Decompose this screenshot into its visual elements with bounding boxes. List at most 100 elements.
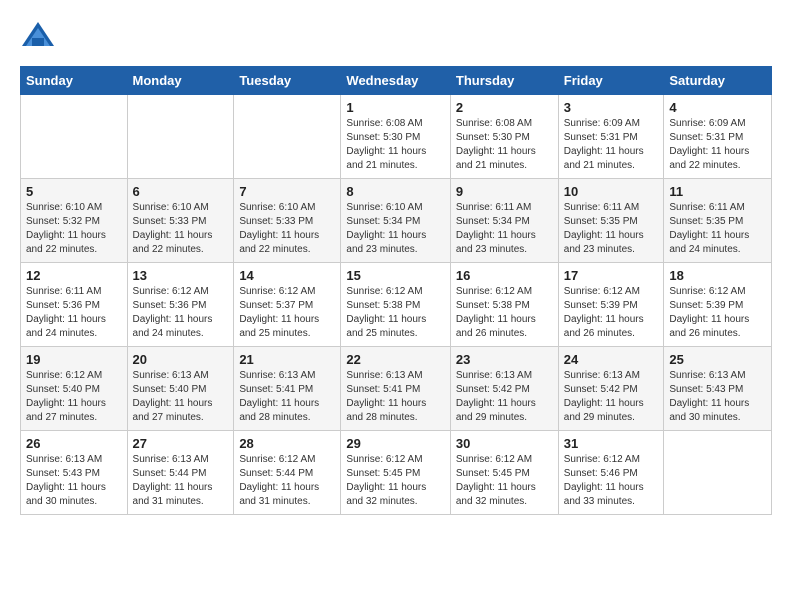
day-detail: Sunrise: 6:11 AM Sunset: 5:35 PM Dayligh…	[669, 201, 766, 257]
day-number: 22	[346, 352, 444, 367]
day-number: 29	[346, 436, 444, 451]
calendar-day-cell: 16 Sunrise: 6:12 AM Sunset: 5:38 PM Dayli…	[450, 263, 558, 347]
day-number: 25	[669, 352, 766, 367]
calendar-day-cell: 7 Sunrise: 6:10 AM Sunset: 5:33 PM Daylig…	[234, 179, 341, 263]
day-detail: Sunrise: 6:13 AM Sunset: 5:43 PM Dayligh…	[669, 369, 766, 425]
calendar-day-cell: 8 Sunrise: 6:10 AM Sunset: 5:34 PM Daylig…	[341, 179, 450, 263]
calendar-week-row: 12Sunrise: 6:11 AM Sunset: 5:36 PM Dayli…	[21, 263, 772, 347]
day-number: 19	[26, 352, 122, 367]
day-number: 9	[456, 184, 553, 199]
calendar-day-cell: 29 Sunrise: 6:12 AM Sunset: 5:45 PM Dayli…	[341, 431, 450, 515]
calendar-day-cell: 21 Sunrise: 6:13 AM Sunset: 5:41 PM Dayli…	[234, 347, 341, 431]
day-number: 26	[26, 436, 122, 451]
calendar-day-cell: 4 Sunrise: 6:09 AM Sunset: 5:31 PM Daylig…	[664, 95, 772, 179]
day-header-saturday: Saturday	[664, 67, 772, 95]
calendar-day-cell: 12Sunrise: 6:11 AM Sunset: 5:36 PM Dayli…	[21, 263, 128, 347]
day-number: 11	[669, 184, 766, 199]
calendar-day-cell	[127, 95, 234, 179]
day-number: 21	[239, 352, 335, 367]
day-detail: Sunrise: 6:09 AM Sunset: 5:31 PM Dayligh…	[564, 117, 659, 173]
day-header-thursday: Thursday	[450, 67, 558, 95]
day-detail: Sunrise: 6:12 AM Sunset: 5:45 PM Dayligh…	[346, 453, 444, 509]
day-detail: Sunrise: 6:10 AM Sunset: 5:33 PM Dayligh…	[239, 201, 335, 257]
calendar-day-cell: 2 Sunrise: 6:08 AM Sunset: 5:30 PM Daylig…	[450, 95, 558, 179]
day-detail: Sunrise: 6:12 AM Sunset: 5:39 PM Dayligh…	[669, 285, 766, 341]
day-number: 15	[346, 268, 444, 283]
day-detail: Sunrise: 6:08 AM Sunset: 5:30 PM Dayligh…	[346, 117, 444, 173]
day-detail: Sunrise: 6:12 AM Sunset: 5:38 PM Dayligh…	[346, 285, 444, 341]
day-header-friday: Friday	[558, 67, 664, 95]
day-number: 28	[239, 436, 335, 451]
day-detail: Sunrise: 6:10 AM Sunset: 5:33 PM Dayligh…	[133, 201, 229, 257]
day-number: 18	[669, 268, 766, 283]
calendar-day-cell: 20 Sunrise: 6:13 AM Sunset: 5:40 PM Dayli…	[127, 347, 234, 431]
day-detail: Sunrise: 6:10 AM Sunset: 5:32 PM Dayligh…	[26, 201, 122, 257]
calendar-day-cell: 11 Sunrise: 6:11 AM Sunset: 5:35 PM Dayli…	[664, 179, 772, 263]
day-detail: Sunrise: 6:13 AM Sunset: 5:41 PM Dayligh…	[346, 369, 444, 425]
calendar-week-row: 5 Sunrise: 6:10 AM Sunset: 5:32 PM Daylig…	[21, 179, 772, 263]
calendar-day-cell	[234, 95, 341, 179]
day-number: 10	[564, 184, 659, 199]
day-detail: Sunrise: 6:10 AM Sunset: 5:34 PM Dayligh…	[346, 201, 444, 257]
calendar-day-cell: 9Sunrise: 6:11 AM Sunset: 5:34 PM Daylig…	[450, 179, 558, 263]
calendar-day-cell: 28 Sunrise: 6:12 AM Sunset: 5:44 PM Dayli…	[234, 431, 341, 515]
day-detail: Sunrise: 6:13 AM Sunset: 5:41 PM Dayligh…	[239, 369, 335, 425]
day-number: 20	[133, 352, 229, 367]
calendar-day-cell: 19 Sunrise: 6:12 AM Sunset: 5:40 PM Dayli…	[21, 347, 128, 431]
day-number: 3	[564, 100, 659, 115]
day-detail: Sunrise: 6:12 AM Sunset: 5:45 PM Dayligh…	[456, 453, 553, 509]
day-number: 7	[239, 184, 335, 199]
day-header-wednesday: Wednesday	[341, 67, 450, 95]
day-detail: Sunrise: 6:12 AM Sunset: 5:38 PM Dayligh…	[456, 285, 553, 341]
logo	[20, 18, 60, 54]
day-number: 2	[456, 100, 553, 115]
day-detail: Sunrise: 6:11 AM Sunset: 5:35 PM Dayligh…	[564, 201, 659, 257]
calendar-day-cell: 30 Sunrise: 6:12 AM Sunset: 5:45 PM Dayli…	[450, 431, 558, 515]
day-number: 1	[346, 100, 444, 115]
calendar-day-cell: 17 Sunrise: 6:12 AM Sunset: 5:39 PM Dayli…	[558, 263, 664, 347]
calendar-day-cell: 18 Sunrise: 6:12 AM Sunset: 5:39 PM Dayli…	[664, 263, 772, 347]
calendar-day-cell: 26Sunrise: 6:13 AM Sunset: 5:43 PM Dayli…	[21, 431, 128, 515]
day-detail: Sunrise: 6:13 AM Sunset: 5:42 PM Dayligh…	[456, 369, 553, 425]
page: SundayMondayTuesdayWednesdayThursdayFrid…	[0, 0, 792, 612]
day-number: 5	[26, 184, 122, 199]
calendar-day-cell: 10 Sunrise: 6:11 AM Sunset: 5:35 PM Dayli…	[558, 179, 664, 263]
day-number: 12	[26, 268, 122, 283]
day-detail: Sunrise: 6:13 AM Sunset: 5:40 PM Dayligh…	[133, 369, 229, 425]
day-detail: Sunrise: 6:12 AM Sunset: 5:37 PM Dayligh…	[239, 285, 335, 341]
day-detail: Sunrise: 6:12 AM Sunset: 5:44 PM Dayligh…	[239, 453, 335, 509]
day-number: 16	[456, 268, 553, 283]
calendar-header-row: SundayMondayTuesdayWednesdayThursdayFrid…	[21, 67, 772, 95]
calendar-day-cell: 27Sunrise: 6:13 AM Sunset: 5:44 PM Dayli…	[127, 431, 234, 515]
calendar-day-cell: 23 Sunrise: 6:13 AM Sunset: 5:42 PM Dayli…	[450, 347, 558, 431]
day-detail: Sunrise: 6:12 AM Sunset: 5:46 PM Dayligh…	[564, 453, 659, 509]
calendar-day-cell	[21, 95, 128, 179]
calendar-day-cell: 1 Sunrise: 6:08 AM Sunset: 5:30 PM Daylig…	[341, 95, 450, 179]
calendar-day-cell: 13Sunrise: 6:12 AM Sunset: 5:36 PM Dayli…	[127, 263, 234, 347]
day-number: 6	[133, 184, 229, 199]
day-number: 17	[564, 268, 659, 283]
day-number: 30	[456, 436, 553, 451]
day-header-monday: Monday	[127, 67, 234, 95]
calendar-day-cell: 31 Sunrise: 6:12 AM Sunset: 5:46 PM Dayli…	[558, 431, 664, 515]
day-detail: Sunrise: 6:12 AM Sunset: 5:39 PM Dayligh…	[564, 285, 659, 341]
calendar-week-row: 19 Sunrise: 6:12 AM Sunset: 5:40 PM Dayli…	[21, 347, 772, 431]
day-number: 27	[133, 436, 229, 451]
day-number: 13	[133, 268, 229, 283]
header	[20, 18, 772, 54]
day-number: 4	[669, 100, 766, 115]
day-detail: Sunrise: 6:08 AM Sunset: 5:30 PM Dayligh…	[456, 117, 553, 173]
calendar-day-cell: 5 Sunrise: 6:10 AM Sunset: 5:32 PM Daylig…	[21, 179, 128, 263]
calendar-day-cell: 22 Sunrise: 6:13 AM Sunset: 5:41 PM Dayli…	[341, 347, 450, 431]
calendar-day-cell: 24Sunrise: 6:13 AM Sunset: 5:42 PM Dayli…	[558, 347, 664, 431]
day-detail: Sunrise: 6:09 AM Sunset: 5:31 PM Dayligh…	[669, 117, 766, 173]
day-detail: Sunrise: 6:12 AM Sunset: 5:40 PM Dayligh…	[26, 369, 122, 425]
calendar-day-cell	[664, 431, 772, 515]
calendar-table: SundayMondayTuesdayWednesdayThursdayFrid…	[20, 66, 772, 515]
calendar-day-cell: 3 Sunrise: 6:09 AM Sunset: 5:31 PM Daylig…	[558, 95, 664, 179]
day-number: 31	[564, 436, 659, 451]
day-detail: Sunrise: 6:13 AM Sunset: 5:42 PM Dayligh…	[564, 369, 659, 425]
day-number: 23	[456, 352, 553, 367]
day-number: 8	[346, 184, 444, 199]
logo-icon	[20, 18, 56, 54]
